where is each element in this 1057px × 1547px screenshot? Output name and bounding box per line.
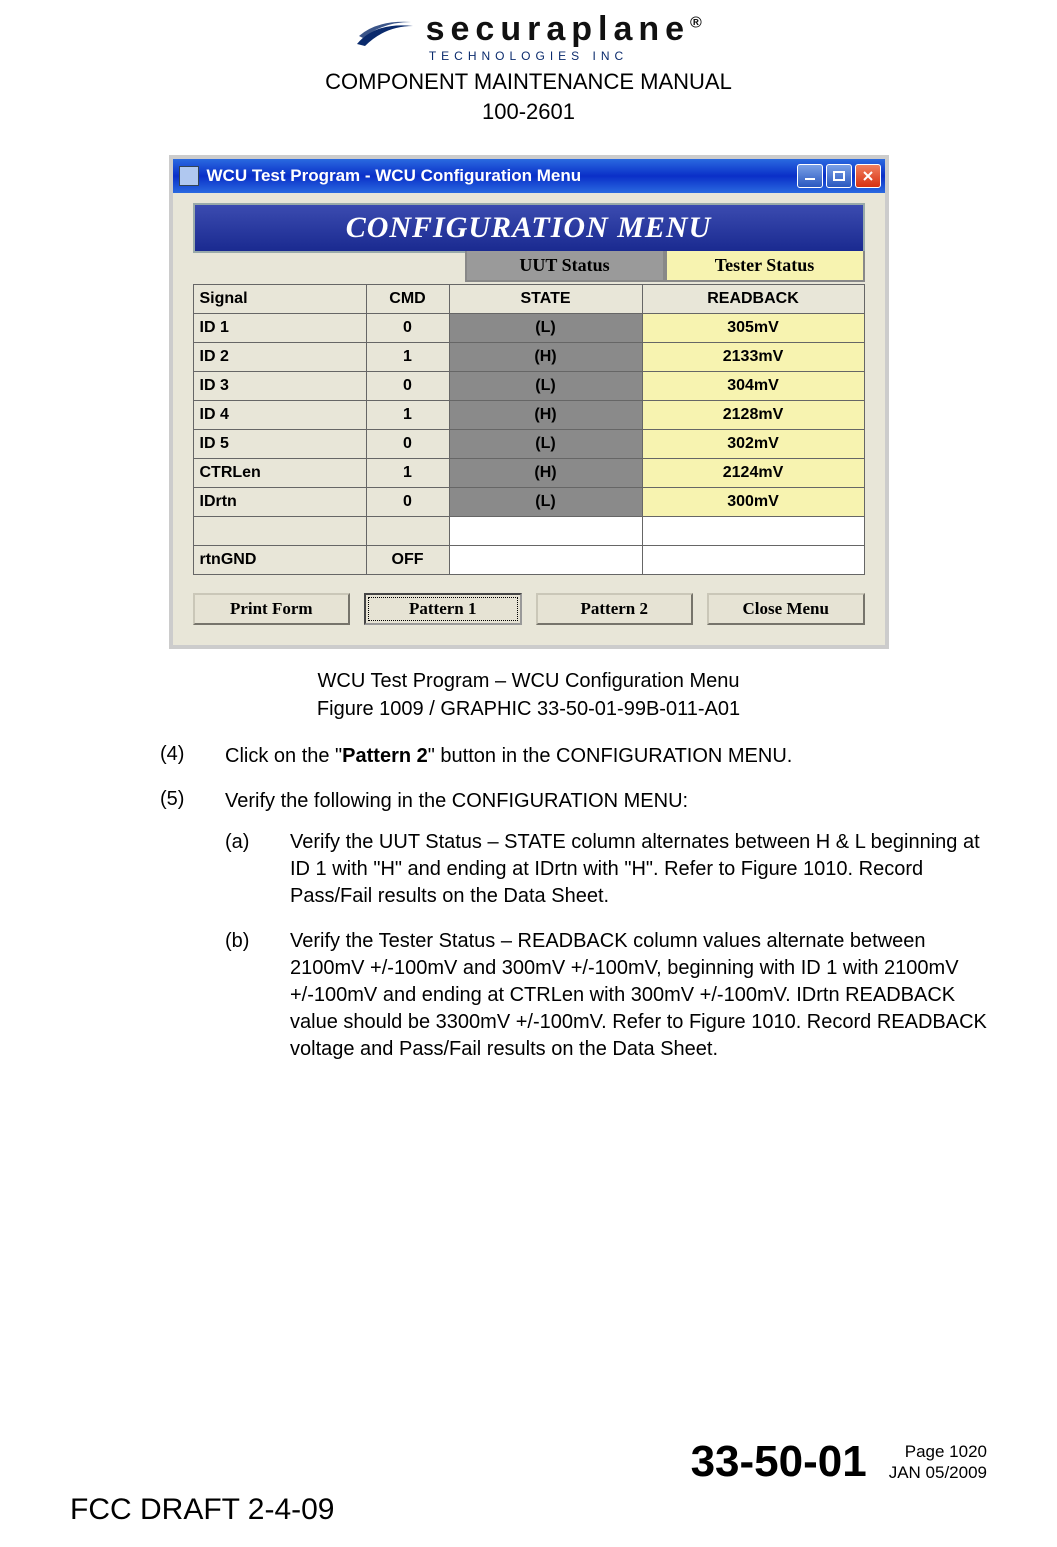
step-5a: (a) Verify the UUT Status – STATE column… — [225, 829, 987, 910]
table-row: IDrtn0(L)300mV — [193, 488, 864, 517]
page-number: Page 1020 — [889, 1441, 987, 1462]
cell-state: (H) — [449, 459, 642, 488]
step-5b: (b) Verify the Tester Status – READBACK … — [225, 928, 987, 1063]
cell-cmd: 1 — [366, 459, 449, 488]
step-4-post: " button in the CONFIGURATION MENU. — [428, 745, 793, 767]
cell-state: (L) — [449, 372, 642, 401]
cell-signal: rtnGND — [193, 546, 366, 575]
table-row: CTRLen1(H)2124mV — [193, 459, 864, 488]
logo-registered: ® — [690, 15, 702, 32]
table-row: ID 10(L)305mV — [193, 314, 864, 343]
cell-readback: 2124mV — [642, 459, 864, 488]
step-4: (4) Click on the "Pattern 2" button in t… — [160, 743, 987, 770]
minimize-button[interactable] — [797, 164, 823, 188]
cell-signal: IDrtn — [193, 488, 366, 517]
cell-readback: 300mV — [642, 488, 864, 517]
logo-swoosh-icon — [355, 18, 415, 53]
cell-cmd: 0 — [366, 314, 449, 343]
cell-state: (H) — [449, 401, 642, 430]
config-title-bar: CONFIGURATION MENU — [193, 203, 865, 253]
page-footer: 33-50-01 Page 1020 JAN 05/2009 FCC DRAFT… — [70, 1437, 987, 1527]
cell-signal: ID 1 — [193, 314, 366, 343]
pattern-2-button[interactable]: Pattern 2 — [536, 593, 694, 625]
step-5-text: Verify the following in the CONFIGURATIO… — [225, 788, 987, 815]
page-header: securaplane® TECHNOLOGIES INC COMPONENT … — [70, 10, 987, 125]
cell-state — [449, 517, 642, 546]
step-5a-text: Verify the UUT Status – STATE column alt… — [290, 829, 987, 910]
header-title: COMPONENT MAINTENANCE MANUAL — [70, 69, 987, 95]
col-readback: READBACK — [642, 285, 864, 314]
step-5b-text: Verify the Tester Status – READBACK colu… — [290, 928, 987, 1063]
caption-line-2: Figure 1009 / GRAPHIC 33-50-01-99B-011-A… — [70, 695, 987, 723]
step-4-text: Click on the "Pattern 2" button in the C… — [225, 743, 987, 770]
cell-signal — [193, 517, 366, 546]
logo: securaplane® TECHNOLOGIES INC — [355, 10, 702, 63]
cell-readback — [642, 517, 864, 546]
figure-caption: WCU Test Program – WCU Configuration Men… — [70, 667, 987, 723]
procedure-steps: (4) Click on the "Pattern 2" button in t… — [160, 743, 987, 1081]
cell-cmd — [366, 517, 449, 546]
cell-cmd: 1 — [366, 343, 449, 372]
cell-state: (L) — [449, 314, 642, 343]
step-5: (5) Verify the following in the CONFIGUR… — [160, 788, 987, 1081]
cell-readback: 2133mV — [642, 343, 864, 372]
col-cmd: CMD — [366, 285, 449, 314]
window-controls — [797, 164, 881, 188]
step-5-number: (5) — [160, 788, 225, 1081]
cell-signal: ID 4 — [193, 401, 366, 430]
cell-readback: 2128mV — [642, 401, 864, 430]
cell-readback: 302mV — [642, 430, 864, 459]
step-5a-number: (a) — [225, 829, 290, 910]
cell-readback — [642, 546, 864, 575]
tester-status-tab: Tester Status — [665, 251, 865, 282]
window-titlebar: WCU Test Program - WCU Configuration Men… — [173, 159, 885, 193]
logo-brand: securaplane — [426, 10, 690, 48]
window-icon — [179, 166, 199, 186]
table-row: ID 21(H)2133mV — [193, 343, 864, 372]
cell-cmd: 1 — [366, 401, 449, 430]
step-4-pre: Click on the " — [225, 745, 342, 767]
chapter-number: 33-50-01 — [691, 1437, 867, 1487]
table-row — [193, 517, 864, 546]
cell-signal: ID 2 — [193, 343, 366, 372]
cell-cmd: 0 — [366, 488, 449, 517]
table-row: ID 30(L)304mV — [193, 372, 864, 401]
cell-state: (L) — [449, 430, 642, 459]
col-state: STATE — [449, 285, 642, 314]
caption-line-1: WCU Test Program – WCU Configuration Men… — [70, 667, 987, 695]
config-heading: CONFIGURATION MENU — [346, 211, 712, 244]
cell-state — [449, 546, 642, 575]
cell-readback: 304mV — [642, 372, 864, 401]
pattern-1-button[interactable]: Pattern 1 — [364, 593, 522, 625]
revision-date: JAN 05/2009 — [889, 1462, 987, 1483]
close-menu-button[interactable]: Close Menu — [707, 593, 865, 625]
uut-status-tab: UUT Status — [465, 251, 665, 282]
fcc-draft-stamp: FCC DRAFT 2-4-09 — [70, 1493, 987, 1527]
cell-state: (L) — [449, 488, 642, 517]
logo-brand-text: securaplane® — [426, 10, 702, 48]
header-model: 100-2601 — [70, 99, 987, 125]
config-menu-window: WCU Test Program - WCU Configuration Men… — [169, 155, 889, 649]
cell-signal: ID 5 — [193, 430, 366, 459]
maximize-button[interactable] — [826, 164, 852, 188]
cell-cmd: 0 — [366, 430, 449, 459]
col-signal: Signal — [193, 285, 366, 314]
cell-signal: ID 3 — [193, 372, 366, 401]
cell-readback: 305mV — [642, 314, 864, 343]
config-table: Signal CMD STATE READBACK ID 10(L)305mVI… — [193, 284, 865, 575]
window-title: WCU Test Program - WCU Configuration Men… — [207, 166, 797, 186]
cell-state: (H) — [449, 343, 642, 372]
step-5b-number: (b) — [225, 928, 290, 1063]
table-row: ID 50(L)302mV — [193, 430, 864, 459]
table-row: ID 41(H)2128mV — [193, 401, 864, 430]
cell-signal: CTRLen — [193, 459, 366, 488]
step-4-bold: Pattern 2 — [342, 745, 428, 767]
step-4-number: (4) — [160, 743, 225, 770]
cell-cmd: OFF — [366, 546, 449, 575]
cell-cmd: 0 — [366, 372, 449, 401]
table-row: rtnGNDOFF — [193, 546, 864, 575]
close-button[interactable] — [855, 164, 881, 188]
print-form-button[interactable]: Print Form — [193, 593, 351, 625]
